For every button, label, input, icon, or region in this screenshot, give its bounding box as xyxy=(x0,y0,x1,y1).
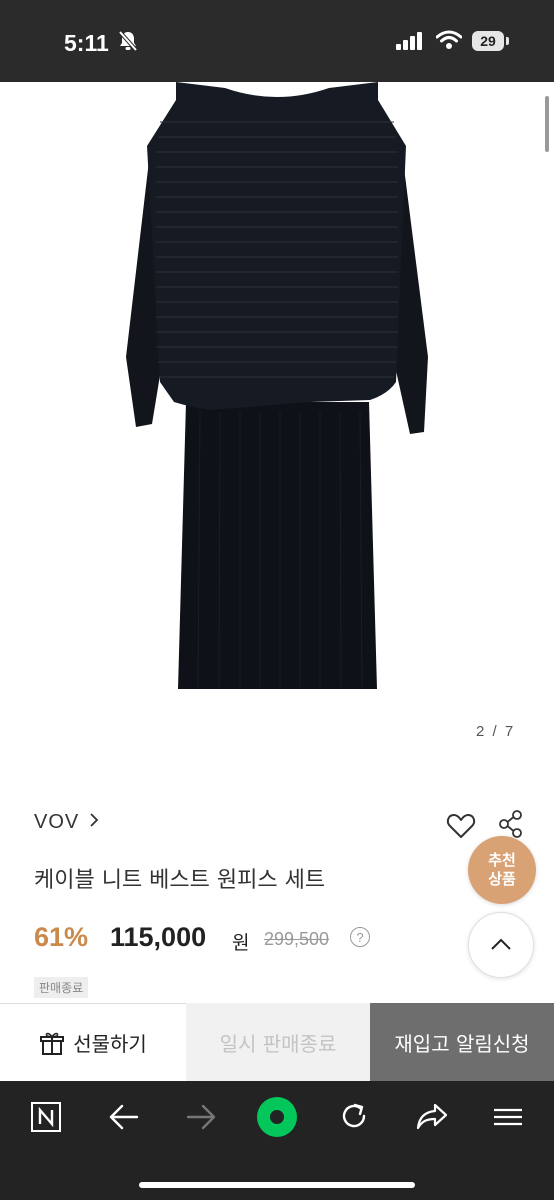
discount-rate: 61% xyxy=(34,922,89,952)
product-name: 케이블 니트 베스트 원피스 세트 xyxy=(34,868,326,893)
product-image[interactable] xyxy=(0,82,554,762)
recommend-label-line1: 추천 xyxy=(488,851,516,869)
forward-arrow-icon[interactable] xyxy=(186,1103,216,1135)
sale-price: 115,000 xyxy=(110,922,207,952)
battery-cap xyxy=(506,37,509,45)
image-counter: 2 / 7 xyxy=(476,723,516,740)
signal-icon xyxy=(396,32,424,54)
purchase-action-bar: 선물하기 일시 판매종료 재입고 알림신청 xyxy=(0,1003,554,1081)
gift-button[interactable]: 선물하기 xyxy=(0,1003,186,1081)
chevron-right-icon xyxy=(89,811,99,834)
share-arrow-icon[interactable] xyxy=(415,1101,449,1135)
original-price: 299,500 xyxy=(264,929,330,949)
scrollbar[interactable] xyxy=(545,96,549,152)
naver-home-icon[interactable] xyxy=(30,1101,62,1137)
sale-paused-label: 일시 판매종료 xyxy=(219,1031,337,1056)
brand-name: VOV xyxy=(34,811,80,833)
gift-icon xyxy=(40,1032,65,1055)
refresh-icon[interactable] xyxy=(339,1101,369,1135)
garment-illustration xyxy=(126,82,428,689)
status-badge: 판매종료 xyxy=(34,977,89,998)
chevron-up-icon xyxy=(490,936,512,955)
menu-icon[interactable] xyxy=(493,1107,523,1131)
gift-button-label: 선물하기 xyxy=(73,1032,147,1056)
status-bar: 5:11 29 xyxy=(0,0,554,82)
restock-alert-label: 재입고 알림신청 xyxy=(394,1031,530,1056)
recommend-products-button[interactable]: 추천 상품 xyxy=(468,836,536,904)
sale-paused-button[interactable]: 일시 판매종료 xyxy=(186,1003,370,1081)
status-time: 5:11 xyxy=(64,30,109,56)
battery-indicator: 29 xyxy=(472,31,504,51)
heart-icon[interactable] xyxy=(446,812,476,844)
bell-slash-icon xyxy=(118,30,138,56)
naver-green-dot-icon[interactable] xyxy=(255,1095,299,1143)
recommend-label-line2: 상품 xyxy=(488,870,516,888)
wifi-icon xyxy=(435,30,463,54)
back-arrow-icon[interactable] xyxy=(109,1103,139,1135)
brand-link[interactable]: VOV xyxy=(34,811,99,834)
question-icon[interactable]: ? xyxy=(350,927,370,947)
scroll-top-button[interactable] xyxy=(468,912,534,978)
restock-alert-button[interactable]: 재입고 알림신청 xyxy=(370,1003,554,1081)
home-indicator[interactable] xyxy=(139,1182,415,1188)
currency-unit: 원 xyxy=(232,932,250,954)
